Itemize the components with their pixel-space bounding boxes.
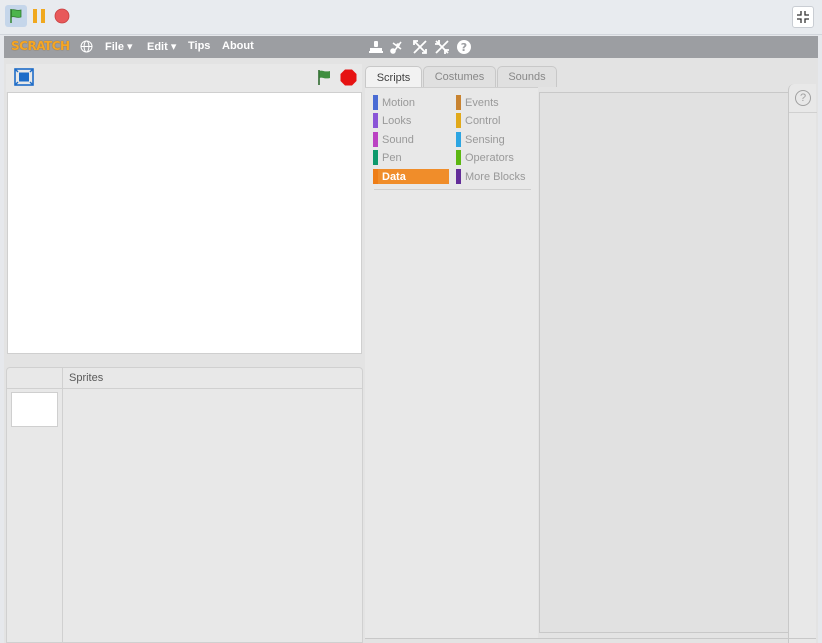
category-label: Motion bbox=[382, 96, 416, 109]
tab-costumes[interactable]: Costumes bbox=[423, 66, 496, 87]
category-color-swatch bbox=[373, 150, 378, 165]
category-label: Looks bbox=[382, 114, 412, 127]
category-label: Operators bbox=[465, 151, 514, 164]
help-icon[interactable]: ? bbox=[795, 90, 811, 106]
help-rail: ? bbox=[788, 84, 817, 643]
player-toolbar bbox=[0, 0, 822, 35]
category-events[interactable]: Events bbox=[456, 95, 532, 110]
stop-icon bbox=[54, 8, 70, 24]
exit-fullscreen-button[interactable] bbox=[792, 6, 814, 28]
category-label: Sensing bbox=[465, 133, 505, 146]
stage-stop-icon[interactable] bbox=[340, 69, 357, 86]
category-color-swatch bbox=[456, 113, 461, 128]
palette-divider bbox=[374, 189, 531, 190]
category-color-swatch bbox=[373, 132, 378, 147]
category-label: More Blocks bbox=[465, 170, 526, 183]
category-color-swatch bbox=[373, 169, 378, 184]
category-color-swatch bbox=[456, 150, 461, 165]
tab-sounds[interactable]: Sounds bbox=[497, 66, 557, 87]
green-flag-icon bbox=[10, 9, 22, 23]
category-looks[interactable]: Looks bbox=[373, 113, 449, 128]
scratch-logo[interactable]: SCRATCH bbox=[11, 39, 70, 53]
category-color-swatch bbox=[456, 95, 461, 110]
scripts-area[interactable] bbox=[539, 92, 790, 633]
cut-tool-icon[interactable] bbox=[390, 39, 406, 55]
rail-divider bbox=[789, 112, 817, 113]
stage-column-header bbox=[7, 368, 63, 389]
sprites-header: Sprites bbox=[63, 368, 362, 389]
category-label: Events bbox=[465, 96, 499, 109]
category-pen[interactable]: Pen bbox=[373, 150, 449, 165]
presentation-mode-icon[interactable] bbox=[14, 68, 34, 86]
category-label: Control bbox=[465, 114, 501, 127]
category-label: Pen bbox=[382, 151, 402, 164]
sprites-title: Sprites bbox=[69, 372, 104, 384]
pause-icon bbox=[33, 9, 45, 23]
category-color-swatch bbox=[456, 132, 461, 147]
svg-text:?: ? bbox=[461, 41, 467, 54]
tab-scripts[interactable]: Scripts bbox=[365, 66, 422, 88]
scratch-editor: SCRATCH File ▾ Edit ▾ Tips About ? Sprit… bbox=[4, 36, 818, 643]
shrink-tool-icon[interactable] bbox=[434, 39, 450, 55]
category-operators[interactable]: Operators bbox=[456, 150, 532, 165]
help-tool-icon[interactable]: ? bbox=[456, 39, 472, 55]
stop-button[interactable] bbox=[51, 5, 73, 27]
category-control[interactable]: Control bbox=[456, 113, 532, 128]
category-sensing[interactable]: Sensing bbox=[456, 132, 532, 147]
sprites-panel: Sprites bbox=[6, 367, 363, 643]
duplicate-tool-icon[interactable] bbox=[368, 39, 384, 55]
green-flag-button[interactable] bbox=[5, 5, 27, 27]
category-label: Data bbox=[382, 170, 406, 183]
category-sound[interactable]: Sound bbox=[373, 132, 449, 147]
category-label: Sound bbox=[382, 133, 414, 146]
about-menu[interactable]: About bbox=[222, 40, 254, 52]
category-color-swatch bbox=[373, 113, 378, 128]
tips-menu[interactable]: Tips bbox=[188, 40, 210, 52]
globe-icon[interactable] bbox=[80, 40, 93, 53]
category-data[interactable]: Data bbox=[373, 169, 449, 184]
workspace-bottom-edge bbox=[365, 638, 816, 643]
category-color-swatch bbox=[373, 95, 378, 110]
pause-button[interactable] bbox=[28, 5, 50, 27]
grow-tool-icon[interactable] bbox=[412, 39, 428, 55]
stage-thumbnail[interactable] bbox=[11, 392, 58, 427]
block-palette: Motion Looks Sound Pen Data Events Contr… bbox=[365, 87, 538, 639]
exit-fullscreen-icon bbox=[797, 11, 809, 23]
file-menu[interactable]: File ▾ bbox=[105, 40, 133, 53]
edit-menu[interactable]: Edit ▾ bbox=[147, 40, 176, 53]
category-motion[interactable]: Motion bbox=[373, 95, 449, 110]
category-color-swatch bbox=[456, 169, 461, 184]
stage-canvas[interactable] bbox=[7, 92, 362, 354]
stage-green-flag-icon[interactable] bbox=[316, 69, 332, 86]
category-more-blocks[interactable]: More Blocks bbox=[456, 169, 532, 184]
stage-header bbox=[6, 64, 362, 92]
stage-column bbox=[7, 389, 63, 642]
menu-bar: SCRATCH File ▾ Edit ▾ Tips About ? bbox=[4, 36, 818, 58]
